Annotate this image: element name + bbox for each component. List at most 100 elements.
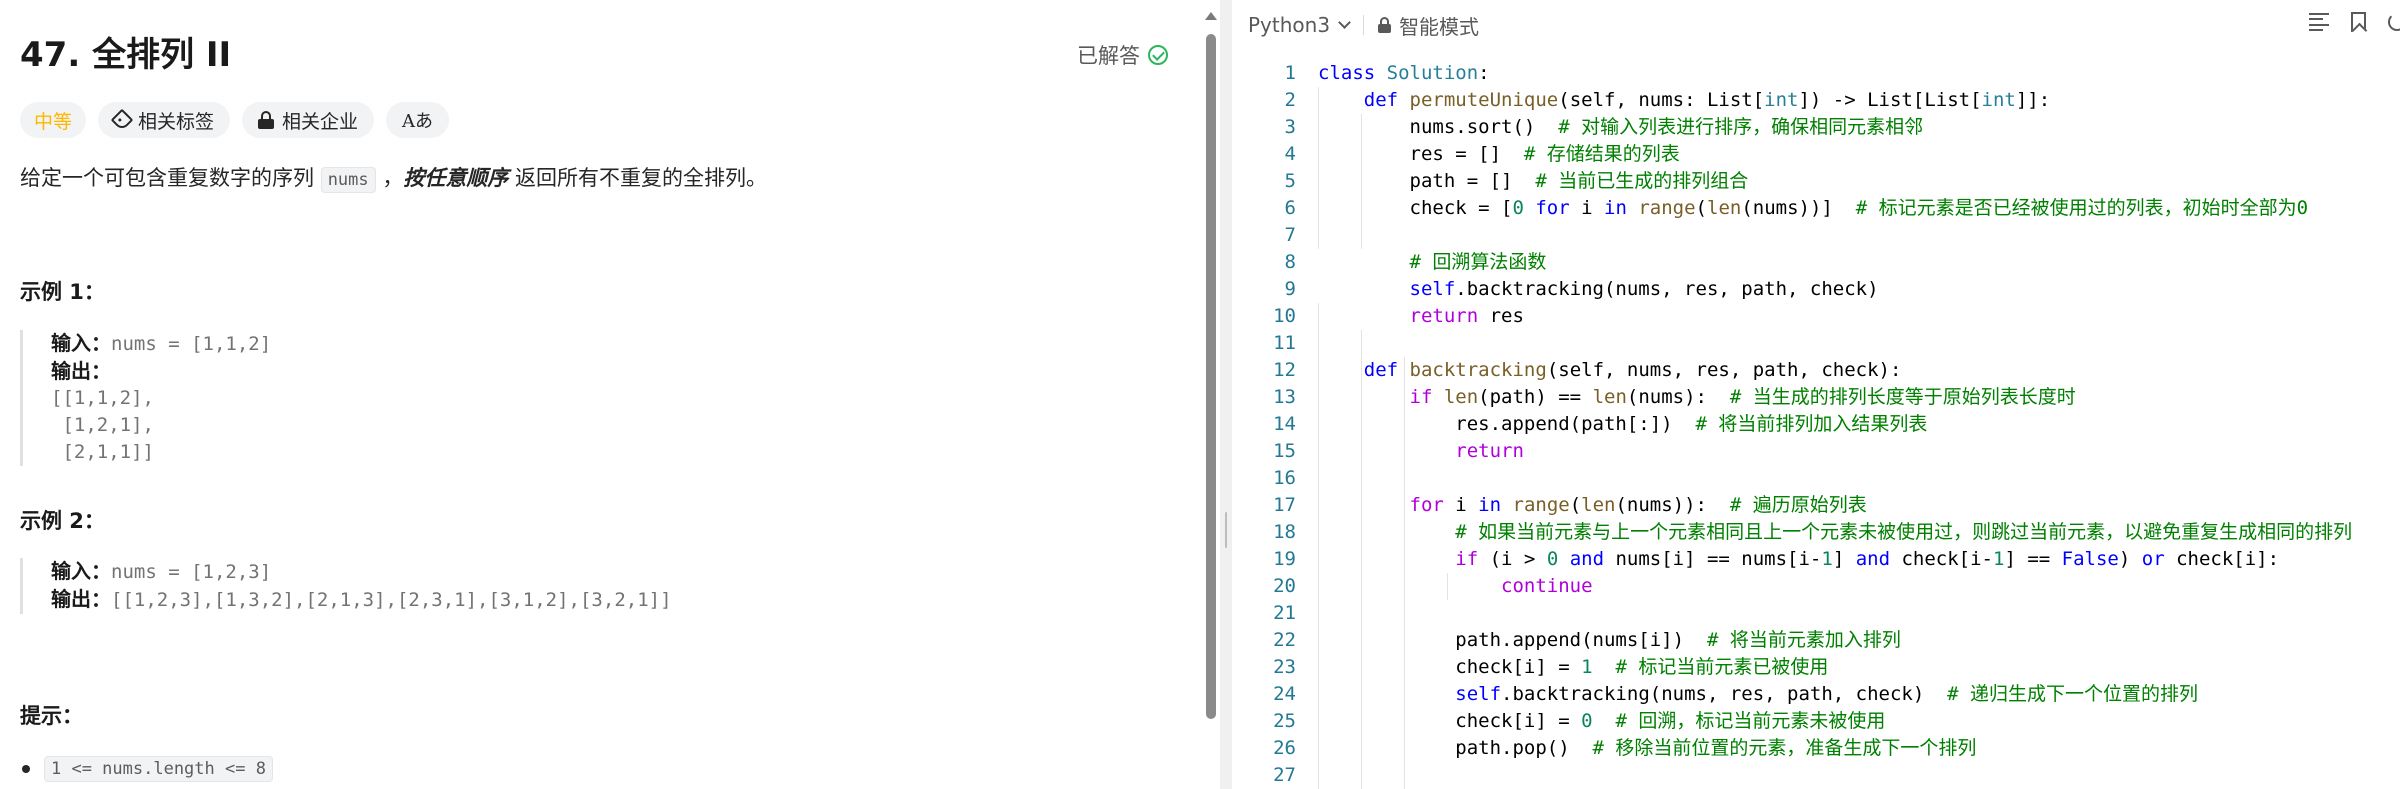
code-text: res.append(path[:]) # 将当前排列加入结果列表 <box>1318 411 1927 438</box>
code-token: (self, nums, res, path, check): <box>1546 359 1902 381</box>
code-line[interactable]: 27 <box>1232 762 2400 789</box>
line-number: 4 <box>1284 143 1296 165</box>
code-token: # 存储结果的列表 <box>1523 143 1680 165</box>
code-line[interactable]: 18 # 如果当前元素与上一个元素相同且上一个元素未被使用过，则跳过当前元素，以… <box>1232 519 2400 546</box>
related-tags-button[interactable]: 相关标签 <box>98 102 231 138</box>
line-number: 13 <box>1273 386 1296 408</box>
code-line[interactable]: 25 check[i] = 0 # 回溯，标记当前元素未被使用 <box>1232 708 2400 735</box>
code-line[interactable]: 7 <box>1232 222 2400 249</box>
code-line[interactable]: 12 def backtracking(self, nums, res, pat… <box>1232 357 2400 384</box>
code-token: self <box>1455 683 1502 705</box>
language-select[interactable]: Python3 <box>1248 13 1351 37</box>
smart-mode-toggle[interactable]: 智能模式 <box>1378 11 1479 40</box>
code-token: (path) == <box>1478 386 1593 408</box>
scroll-up-arrow-icon[interactable] <box>1205 12 1217 20</box>
code-text: res = [] # 存储结果的列表 <box>1318 141 1680 168</box>
reset-icon[interactable] <box>2388 13 2400 31</box>
code-token: range <box>1638 197 1696 219</box>
code-line[interactable]: 21 <box>1232 600 2400 627</box>
code-token: and <box>1558 548 1616 570</box>
format-icon[interactable] <box>2309 13 2329 31</box>
code-token: backtracking <box>1409 359 1547 381</box>
code-token: len <box>1581 494 1616 516</box>
code-line[interactable]: 16 <box>1232 465 2400 492</box>
code-token: 1 <box>1993 548 2005 570</box>
difficulty-badge: 中等 <box>20 102 87 138</box>
scrollbar-thumb[interactable] <box>1206 34 1216 719</box>
code-token: # 当生成的排列长度等于原始列表长度时 <box>1729 386 2076 408</box>
line-number: 26 <box>1273 737 1296 759</box>
code-line[interactable]: 10 return res <box>1232 303 2400 330</box>
code-text: if (i > 0 and nums[i] == nums[i-1] and c… <box>1318 546 2279 573</box>
code-token: int <box>1981 89 2016 111</box>
code-editor[interactable]: 1 class Solution: 2 def permuteUnique(self… <box>1232 60 2400 789</box>
code-line[interactable]: 15 return <box>1232 438 2400 465</box>
problem-title: 47. 全排列 II <box>20 35 232 75</box>
code-token: : <box>1478 62 1490 84</box>
code-line[interactable]: 1 class Solution: <box>1232 60 2400 87</box>
code-token: # 对输入列表进行排序，确保相同元素相邻 <box>1558 116 1924 138</box>
code-line[interactable]: 13 if len(path) == len(nums): # 当生成的排列长度… <box>1232 384 2400 411</box>
code-line[interactable]: 11 <box>1232 330 2400 357</box>
lock-icon <box>258 111 275 129</box>
code-line[interactable]: 26 path.pop() # 移除当前位置的元素，准备生成下一个排列 <box>1232 735 2400 762</box>
related-companies-label: 相关企业 <box>282 110 359 133</box>
line-number: 25 <box>1273 710 1296 732</box>
code-token: return <box>1455 440 1524 462</box>
problem-description: 给定一个可包含重复数字的序列 nums ，按任意顺序 返回所有不重复的全排列。 <box>20 162 767 196</box>
code-line[interactable]: 20 continue <box>1232 573 2400 600</box>
code-token: (nums)): <box>1615 494 1730 516</box>
code-line[interactable]: 22 path.append(nums[i]) # 将当前元素加入排列 <box>1232 627 2400 654</box>
code-line[interactable]: 19 if (i > 0 and nums[i] == nums[i-1] an… <box>1232 546 2400 573</box>
code-line[interactable]: 17 for i in range(len(nums)): # 遍历原始列表 <box>1232 492 2400 519</box>
related-companies-button[interactable]: 相关企业 <box>242 102 375 138</box>
line-number: 24 <box>1273 683 1296 705</box>
code-token: permuteUnique <box>1409 89 1559 111</box>
problem-scrollbar[interactable] <box>1204 8 1218 788</box>
code-text: # 回溯算法函数 <box>1318 249 1547 276</box>
desc-emphasis: 按任意顺序 <box>403 166 509 190</box>
code-token: for <box>1409 494 1456 516</box>
line-number: 3 <box>1284 116 1296 138</box>
code-token: .backtracking(nums, res, path, check) <box>1455 278 1879 300</box>
code-token: class <box>1318 62 1387 84</box>
code-line[interactable]: 9 self.backtracking(nums, res, path, che… <box>1232 276 2400 303</box>
code-token: and <box>1855 548 1902 570</box>
code-line[interactable]: 8 # 回溯算法函数 <box>1232 249 2400 276</box>
example-1-output-line: [2,1,1]] <box>51 441 154 463</box>
bookmark-icon[interactable] <box>2351 12 2366 32</box>
line-number: 9 <box>1284 278 1296 300</box>
solved-label: 已解答 <box>1077 44 1140 68</box>
code-token: int <box>1764 89 1799 111</box>
code-line[interactable]: 4 res = [] # 存储结果的列表 <box>1232 141 2400 168</box>
code-token: path.pop() <box>1318 737 1593 759</box>
code-line[interactable]: 23 check[i] = 1 # 标记当前元素已被使用 <box>1232 654 2400 681</box>
tag-icon <box>110 108 134 132</box>
grip-icon <box>1225 512 1227 548</box>
code-line[interactable]: 6 check = [0 for i in range(len(nums))] … <box>1232 195 2400 222</box>
hint-item: 1 <= nums.length <= 8 <box>22 756 273 782</box>
translate-icon: Aあ <box>402 111 434 132</box>
example-1-output-line: [[1,1,2], <box>51 387 154 409</box>
code-token: 1 <box>1581 656 1593 678</box>
code-line[interactable]: 24 self.backtracking(nums, res, path, ch… <box>1232 681 2400 708</box>
line-number: 23 <box>1273 656 1296 678</box>
code-line[interactable]: 3 nums.sort() # 对输入列表进行排序，确保相同元素相邻 <box>1232 114 2400 141</box>
code-line[interactable]: 5 path = [] # 当前已生成的排列组合 <box>1232 168 2400 195</box>
example-1-output-label: 输出： <box>51 359 111 383</box>
translate-button[interactable]: Aあ <box>386 102 450 138</box>
code-token: check[i- <box>1901 548 1993 570</box>
code-line[interactable]: 14 res.append(path[:]) # 将当前排列加入结果列表 <box>1232 411 2400 438</box>
lock-icon <box>1378 17 1392 33</box>
panel-resize-handle[interactable] <box>1220 0 1232 789</box>
code-token: ] <box>1832 548 1856 570</box>
code-line[interactable]: 2 def permuteUnique(self, nums: List[int… <box>1232 87 2400 114</box>
bullet-icon <box>22 765 30 773</box>
code-token: path.append(nums[i]) <box>1318 629 1707 651</box>
code-token: res = [] <box>1318 143 1524 165</box>
